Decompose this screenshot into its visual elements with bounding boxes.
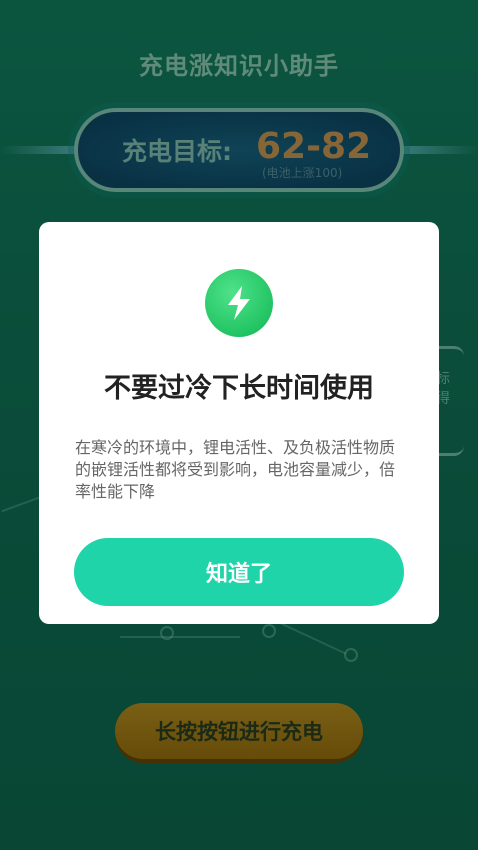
lightning-bolt-icon (205, 269, 273, 337)
tip-dialog: 不要过冷下长时间使用 在寒冷的环境中，锂电活性、及负极活性物质的嵌锂活性都将受到… (39, 222, 439, 624)
dialog-body: 在寒冷的环境中，锂电活性、及负极活性物质的嵌锂活性都将受到影响，电池容量减少，倍… (75, 438, 396, 501)
got-it-button[interactable]: 知道了 (74, 538, 404, 606)
dialog-title: 不要过冷下长时间使用 (104, 373, 374, 404)
